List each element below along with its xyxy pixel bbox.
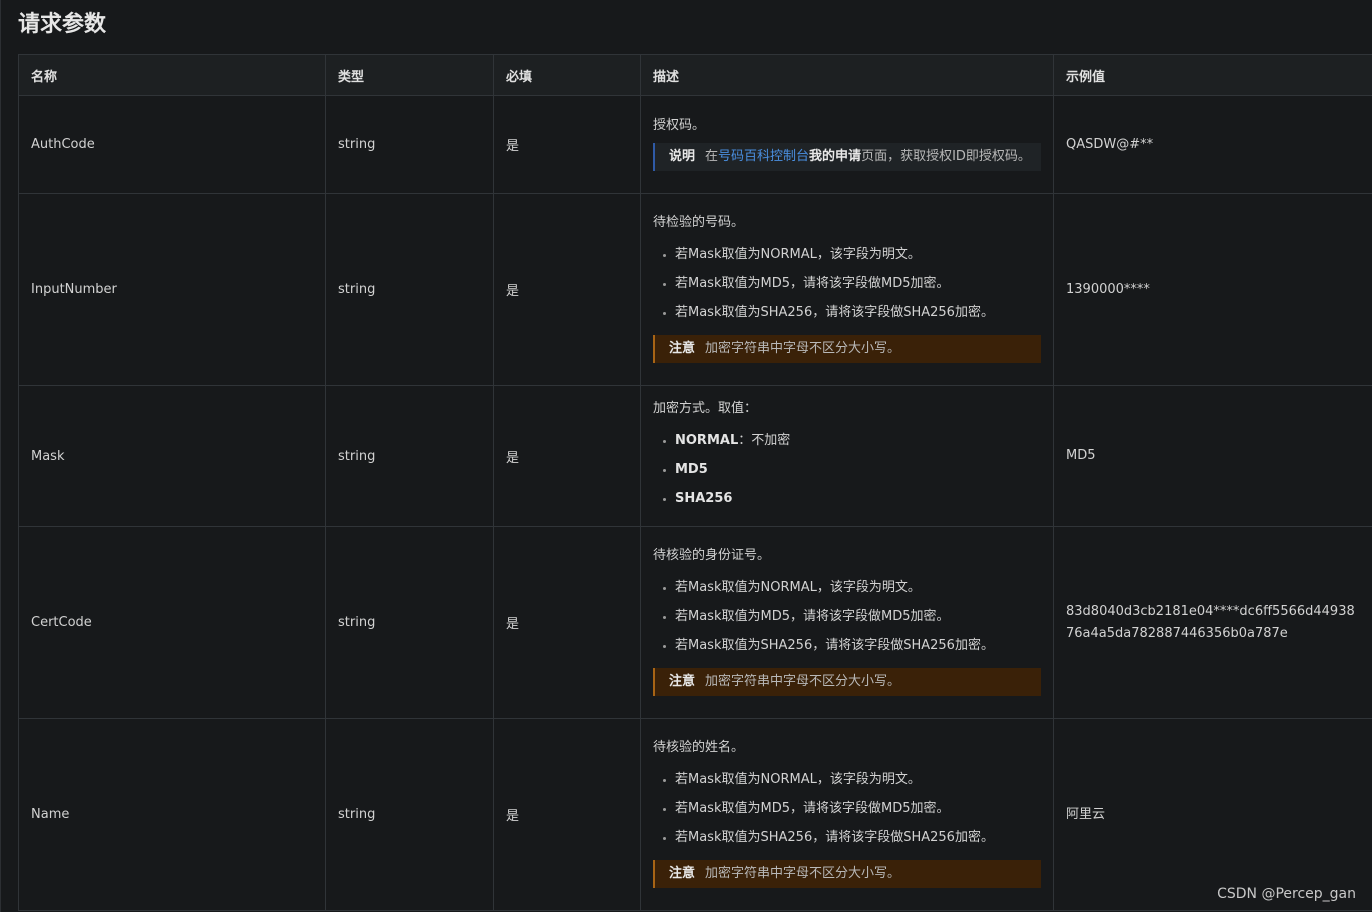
header-name: 名称	[18, 54, 326, 96]
note-text: 加密字符串中字母不区分大小写。	[705, 341, 901, 356]
bullet-item: 若Mask取值为NORMAL，该字段为明文。	[663, 240, 1041, 269]
option-item: MD5	[663, 455, 1041, 484]
header-example: 示例值	[1053, 54, 1372, 96]
param-required: 是	[493, 385, 641, 527]
param-example: 83d8040d3cb2181e04****dc6ff5566d4493876a…	[1053, 526, 1372, 719]
param-name: InputNumber	[18, 193, 326, 386]
param-example: QASDW@#**	[1053, 95, 1372, 194]
request-params-table: 名称 类型 必填 描述 示例值 AuthCode string 是 授权码。 说…	[18, 54, 1372, 911]
table-row: InputNumber string 是 待检验的号码。 若Mask取值为NOR…	[18, 193, 1372, 386]
option-key: SHA256	[675, 490, 733, 506]
param-name: Name	[18, 718, 326, 911]
description-text: 待核验的姓名。	[653, 740, 745, 755]
bullet-item: 若Mask取值为MD5，请将该字段做MD5加密。	[663, 602, 1041, 631]
param-required: 是	[493, 193, 641, 386]
description-text: 授权码。	[653, 117, 706, 133]
param-name: AuthCode	[18, 95, 326, 194]
note-text: 加密字符串中字母不区分大小写。	[705, 674, 901, 689]
note-label: 注意	[669, 866, 696, 881]
param-name: Mask	[18, 385, 326, 527]
param-description: 待核验的身份证号。 若Mask取值为NORMAL，该字段为明文。 若Mask取值…	[640, 526, 1054, 719]
bullet-item: 若Mask取值为SHA256，请将该字段做SHA256加密。	[663, 298, 1041, 327]
param-type: string	[325, 718, 494, 911]
note-prefix: 在	[705, 148, 719, 164]
param-type: string	[325, 526, 494, 719]
bullet-item: 若Mask取值为SHA256，请将该字段做SHA256加密。	[663, 631, 1041, 660]
note-text: 加密字符串中字母不区分大小写。	[705, 866, 901, 881]
table-row: Name string 是 待核验的姓名。 若Mask取值为NORMAL，该字段…	[18, 718, 1372, 911]
header-type: 类型	[325, 54, 494, 96]
warning-note: 注意 加密字符串中字母不区分大小写。	[653, 668, 1041, 696]
description-text: 加密方式。取值：	[653, 400, 758, 416]
param-description: 待检验的号码。 若Mask取值为NORMAL，该字段为明文。 若Mask取值为M…	[640, 193, 1054, 386]
note-suffix: 页面，获取授权ID即授权码。	[861, 148, 1031, 164]
section-title: 请求参数	[18, 12, 107, 37]
bullet-item: 若Mask取值为NORMAL，该字段为明文。	[663, 765, 1041, 794]
description-bullets: 若Mask取值为NORMAL，该字段为明文。 若Mask取值为MD5，请将该字段…	[653, 573, 1041, 660]
bullet-item: 若Mask取值为NORMAL，该字段为明文。	[663, 573, 1041, 602]
table-row: CertCode string 是 待核验的身份证号。 若Mask取值为NORM…	[18, 526, 1372, 719]
left-border-line	[0, 0, 1, 912]
param-description: 授权码。 说明 在号码百科控制台我的申请页面，获取授权ID即授权码。	[640, 95, 1054, 194]
param-type: string	[325, 95, 494, 194]
param-example: 阿里云	[1053, 718, 1372, 911]
warning-note: 注意 加密字符串中字母不区分大小写。	[653, 335, 1041, 363]
description-text: 待检验的号码。	[653, 215, 745, 230]
option-item: SHA256	[663, 484, 1041, 513]
option-item: NORMAL：不加密	[663, 426, 1041, 455]
note-label: 注意	[669, 341, 696, 356]
option-list: NORMAL：不加密 MD5 SHA256	[653, 426, 1041, 513]
csdn-watermark: CSDN @Percep_gan	[1217, 886, 1356, 902]
description-bullets: 若Mask取值为NORMAL，该字段为明文。 若Mask取值为MD5，请将该字段…	[653, 240, 1041, 327]
param-required: 是	[493, 95, 641, 194]
option-key: NORMAL	[675, 432, 739, 448]
bullet-item: 若Mask取值为MD5，请将该字段做MD5加密。	[663, 269, 1041, 298]
param-name: CertCode	[18, 526, 326, 719]
description-bullets: 若Mask取值为NORMAL，该字段为明文。 若Mask取值为MD5，请将该字段…	[653, 765, 1041, 852]
bullet-item: 若Mask取值为SHA256，请将该字段做SHA256加密。	[663, 823, 1041, 852]
bullet-item: 若Mask取值为MD5，请将该字段做MD5加密。	[663, 794, 1041, 823]
warning-note: 注意 加密字符串中字母不区分大小写。	[653, 860, 1041, 888]
header-description: 描述	[640, 54, 1054, 96]
param-type: string	[325, 385, 494, 527]
note-label: 说明	[669, 148, 696, 164]
option-text: ：不加密	[738, 432, 791, 448]
option-key: MD5	[675, 461, 708, 477]
note-label: 注意	[669, 674, 696, 689]
param-required: 是	[493, 718, 641, 911]
table-row: AuthCode string 是 授权码。 说明 在号码百科控制台我的申请页面，…	[18, 95, 1372, 194]
param-description: 待核验的姓名。 若Mask取值为NORMAL，该字段为明文。 若Mask取值为M…	[640, 718, 1054, 911]
note-strong-text: 我的申请	[809, 148, 862, 164]
table-row: Mask string 是 加密方式。取值： NORMAL：不加密 MD5 SH…	[18, 385, 1372, 527]
param-description: 加密方式。取值： NORMAL：不加密 MD5 SHA256	[640, 385, 1054, 527]
header-required: 必填	[493, 54, 641, 96]
table-header-row: 名称 类型 必填 描述 示例值	[18, 54, 1372, 96]
info-note: 说明 在号码百科控制台我的申请页面，获取授权ID即授权码。	[653, 142, 1041, 171]
param-required: 是	[493, 526, 641, 719]
param-example: MD5	[1053, 385, 1372, 527]
param-type: string	[325, 193, 494, 386]
param-example: 1390000****	[1053, 193, 1372, 386]
description-text: 待核验的身份证号。	[653, 548, 771, 563]
console-link[interactable]: 号码百科控制台	[718, 149, 809, 164]
